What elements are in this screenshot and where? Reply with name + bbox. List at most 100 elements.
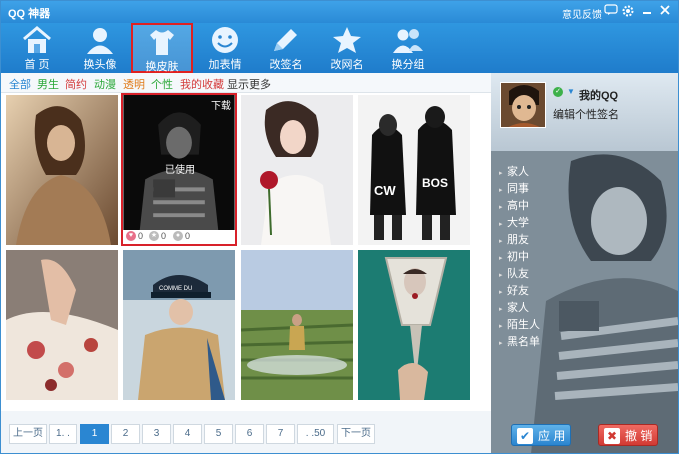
tool-home[interactable]: 首 页 <box>6 23 68 73</box>
tool-add-emoji[interactable]: 加表情 <box>194 23 256 73</box>
main-toolbar: 首 页 换头像 换皮肤 加表情 改签名 改网名 换分组 <box>1 23 678 73</box>
cancel-button[interactable]: ✖ 撤 销 <box>598 424 658 446</box>
page-button-3[interactable]: 3 <box>142 424 171 444</box>
group-item[interactable]: ▸ 好友 <box>499 282 529 298</box>
like-count: 0 <box>138 231 144 241</box>
gear-icon[interactable] <box>620 4 636 20</box>
category-transparent[interactable]: 透明 <box>123 76 145 92</box>
profile-signature[interactable]: 编辑个性签名 <box>553 106 619 122</box>
app-title: QQ 神器 <box>8 8 51 20</box>
chevron-down-icon[interactable]: ▼ <box>567 87 575 96</box>
page-button-2[interactable]: 2 <box>111 424 140 444</box>
tool-change-nickname[interactable]: 改网名 <box>316 23 378 73</box>
group-item[interactable]: ▸ 家人 <box>499 299 529 315</box>
heart-icon[interactable]: ♥ <box>126 231 136 241</box>
category-personality[interactable]: 个性 <box>151 76 173 92</box>
skin-preview-image: CW BOS <box>358 95 470 245</box>
last-page-button[interactable]: . .50 <box>297 424 334 444</box>
tool-change-avatar[interactable]: 换头像 <box>69 23 131 73</box>
view-icon[interactable]: ● <box>173 231 183 241</box>
category-anime[interactable]: 动漫 <box>94 76 116 92</box>
skin-preview-image <box>358 250 470 400</box>
tool-label: 换分组 <box>391 59 425 71</box>
skin-thumbnail[interactable] <box>241 95 353 245</box>
group-item[interactable]: ▸ 初中 <box>499 248 529 264</box>
online-status-icon[interactable]: ✓ <box>553 87 563 97</box>
x-icon: ✖ <box>604 428 620 444</box>
skin-thumbnail[interactable] <box>241 250 353 400</box>
group-item[interactable]: ▸ 同事 <box>499 180 529 196</box>
group-icon <box>393 29 423 53</box>
apply-button[interactable]: ✔ 应 用 <box>511 424 571 446</box>
chevron-right-icon: ▸ <box>499 306 503 313</box>
page-button-5[interactable]: 5 <box>204 424 233 444</box>
tool-label: 改签名 <box>269 59 303 71</box>
skin-preview-image <box>241 95 353 245</box>
skin-preview-image <box>6 95 118 245</box>
group-item[interactable]: ▸ 队友 <box>499 265 529 281</box>
title-bar: QQ 神器 意见反馈 <box>1 1 678 23</box>
page-button-7[interactable]: 7 <box>266 424 295 444</box>
chevron-right-icon: ▸ <box>499 340 503 347</box>
category-boys[interactable]: 男生 <box>37 76 59 92</box>
category-all[interactable]: 全部 <box>9 76 31 92</box>
tool-label: 换皮肤 <box>145 61 179 73</box>
group-item[interactable]: ▸ 陌生人 <box>499 316 540 332</box>
group-item[interactable]: ▸ 家人 <box>499 163 529 179</box>
page-button-4[interactable]: 4 <box>173 424 202 444</box>
chevron-right-icon: ▸ <box>499 221 503 228</box>
chevron-right-icon: ▸ <box>499 272 503 279</box>
svg-text:COMME DU: COMME DU <box>159 286 192 292</box>
skin-preview-image <box>241 250 353 400</box>
skin-thumbnail[interactable] <box>6 95 118 245</box>
page-button-6[interactable]: 6 <box>235 424 264 444</box>
skin-thumbnail[interactable]: COMME DU <box>123 250 235 400</box>
feedback-link[interactable]: 意见反馈 <box>562 6 602 21</box>
svg-text:BOS: BOS <box>422 176 448 190</box>
group-item[interactable]: ▸ 黑名单 <box>499 333 540 349</box>
chevron-right-icon: ▸ <box>499 255 503 262</box>
chat-bubble-icon[interactable] <box>603 4 619 20</box>
tool-label: 改网名 <box>330 59 364 71</box>
house-icon <box>23 26 51 53</box>
tool-change-group[interactable]: 换分组 <box>377 23 439 73</box>
profile-header: ✓ ▼ 我的QQ 编辑个性签名 <box>491 73 678 151</box>
chevron-right-icon: ▸ <box>499 238 503 245</box>
used-label: 已使用 <box>165 165 195 176</box>
skin-thumbnail[interactable]: CW BOS <box>358 95 470 245</box>
pencil-icon <box>274 29 297 51</box>
svg-text:CW: CW <box>374 183 396 198</box>
skin-thumbnail[interactable] <box>6 250 118 400</box>
download-label[interactable]: 下载 <box>211 97 231 112</box>
skin-preview-image: COMME DU <box>123 250 235 400</box>
category-simple[interactable]: 简约 <box>65 76 87 92</box>
group-item[interactable]: ▸ 朋友 <box>499 231 529 247</box>
category-my-favorites[interactable]: 我的收藏 <box>180 76 224 92</box>
favorite-count: 0 <box>161 231 167 241</box>
tool-label: 换头像 <box>83 59 117 71</box>
next-page-button[interactable]: 下一页 <box>337 424 375 444</box>
chevron-right-icon: ▸ <box>499 204 503 211</box>
profile-nickname: 我的QQ <box>579 90 619 102</box>
first-page-button[interactable]: 1. . <box>49 424 77 444</box>
avatar[interactable] <box>500 82 546 128</box>
tool-change-skin[interactable]: 换皮肤 <box>131 23 193 73</box>
prev-page-button[interactable]: 上一页 <box>9 424 47 444</box>
tool-label: 加表情 <box>208 59 242 71</box>
tool-label: 首 页 <box>24 59 50 71</box>
skin-thumbnail[interactable] <box>358 250 470 400</box>
category-bar: 全部 男生 简约 动漫 透明 个性 我的收藏 显示更多 <box>1 73 491 93</box>
group-item[interactable]: ▸ 大学 <box>499 214 529 230</box>
group-item[interactable]: ▸ 高中 <box>499 197 529 213</box>
page-button-1[interactable]: 1 <box>80 424 109 444</box>
skin-gallery: 下载 已使用 ♥ 0 ★ 0 ● 0 CW BOS COMME DU <box>1 93 491 411</box>
user-icon <box>87 28 113 54</box>
skin-preview-image <box>6 250 118 400</box>
minimize-icon[interactable] <box>639 4 655 20</box>
category-show-more[interactable]: 显示更多 <box>227 76 271 92</box>
skin-thumbnail-selected[interactable]: 下载 已使用 ♥ 0 ★ 0 ● 0 <box>121 93 237 246</box>
close-icon[interactable] <box>657 4 673 20</box>
checkmark-icon: ✔ <box>517 428 533 444</box>
tool-edit-signature[interactable]: 改签名 <box>255 23 317 73</box>
favorite-icon[interactable]: ★ <box>149 231 159 241</box>
